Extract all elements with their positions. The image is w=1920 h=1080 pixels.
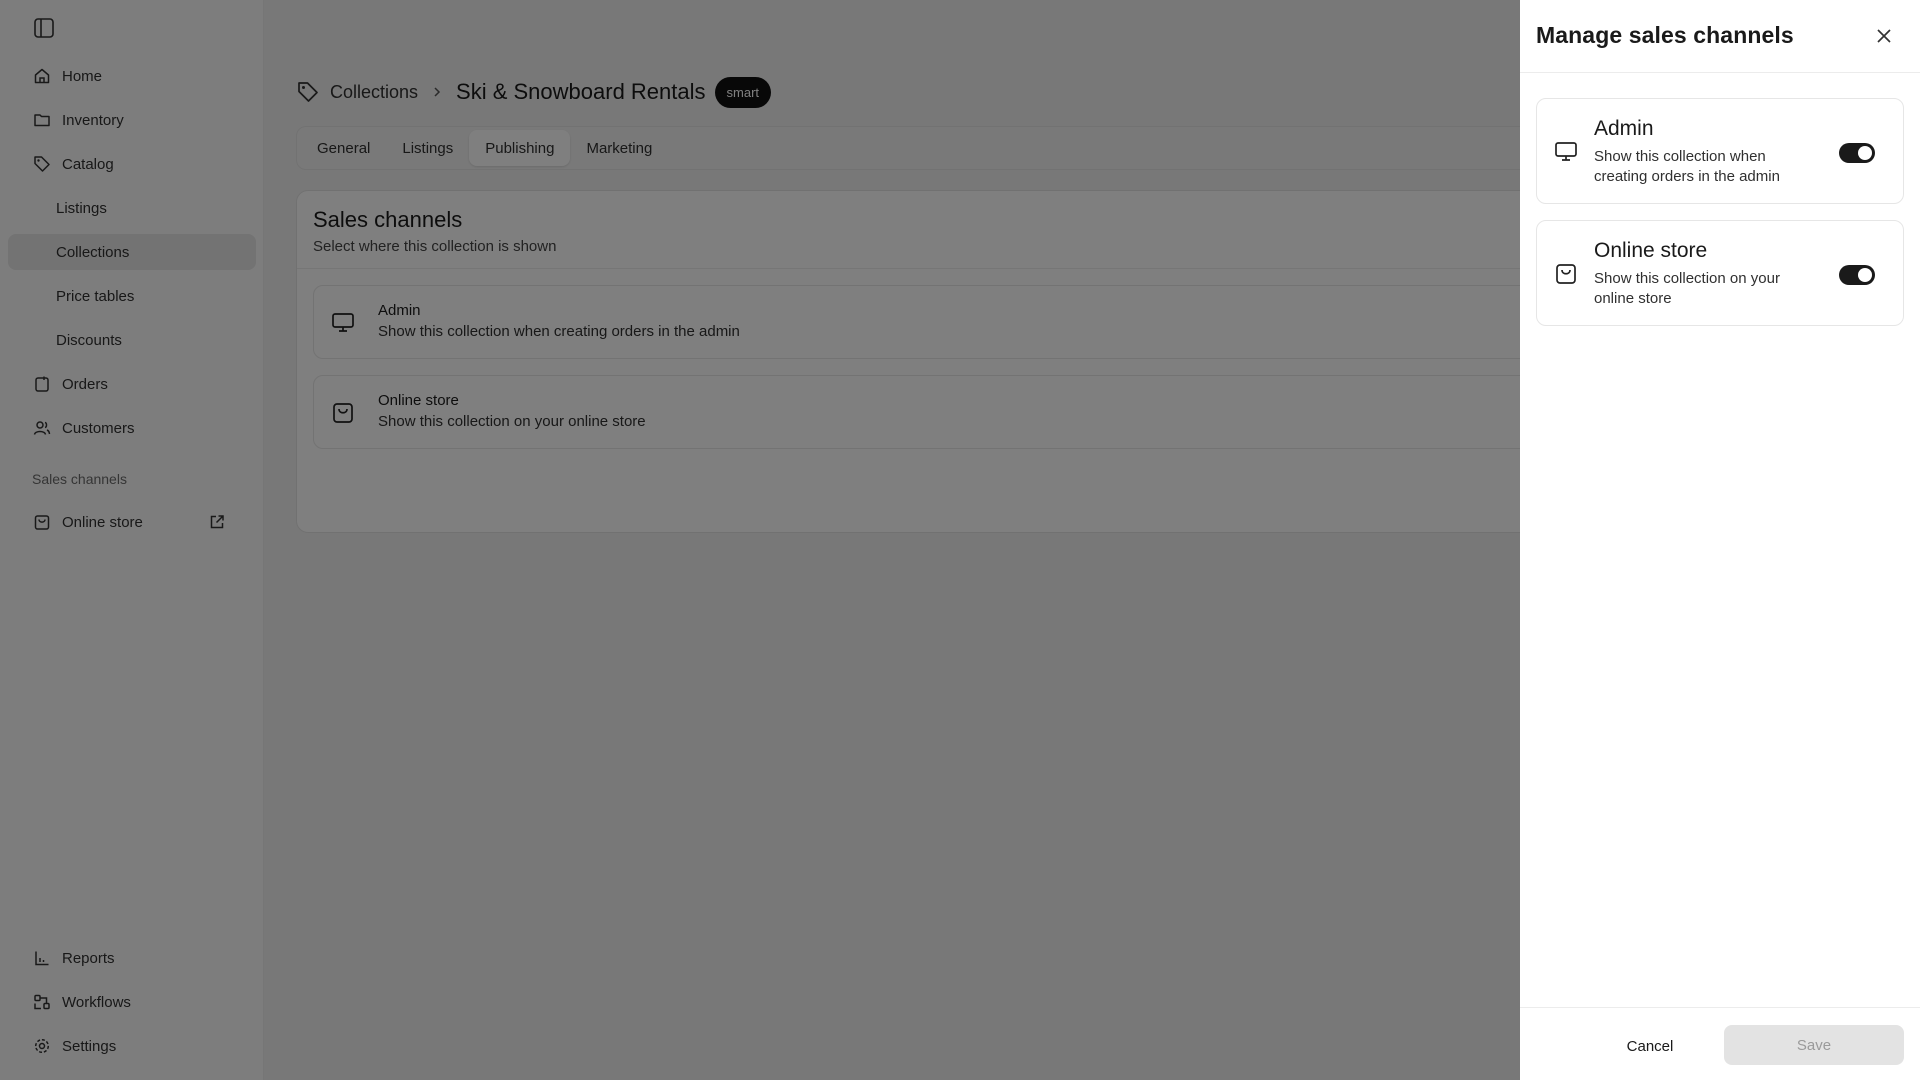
toggle-knob (1858, 268, 1872, 282)
drawer-channel-online-store: Online store Show this collection on you… (1536, 220, 1904, 326)
drawer-title: Manage sales channels (1536, 22, 1794, 48)
manage-sales-channels-drawer: Manage sales channels Admin Show this co… (1520, 0, 1920, 1080)
channel-name: Admin (1594, 117, 1654, 140)
channel-name: Online store (1594, 239, 1708, 262)
close-icon[interactable] (1870, 22, 1898, 50)
toggle-knob (1858, 146, 1872, 160)
admin-channel-toggle[interactable] (1839, 143, 1875, 163)
drawer-channel-admin: Admin Show this collection when creating… (1536, 98, 1904, 204)
save-button[interactable]: Save (1724, 1025, 1904, 1065)
channel-description: Show this collection when creating order… (1594, 148, 1780, 185)
drawer-footer: Cancel Save (1520, 1007, 1920, 1080)
channel-description: Show this collection on your online stor… (1594, 270, 1780, 307)
cancel-button[interactable]: Cancel (1584, 1026, 1716, 1066)
online-store-channel-toggle[interactable] (1839, 265, 1875, 285)
drawer-header: Manage sales channels (1520, 0, 1920, 73)
store-icon (1553, 261, 1579, 287)
monitor-icon (1553, 139, 1579, 165)
